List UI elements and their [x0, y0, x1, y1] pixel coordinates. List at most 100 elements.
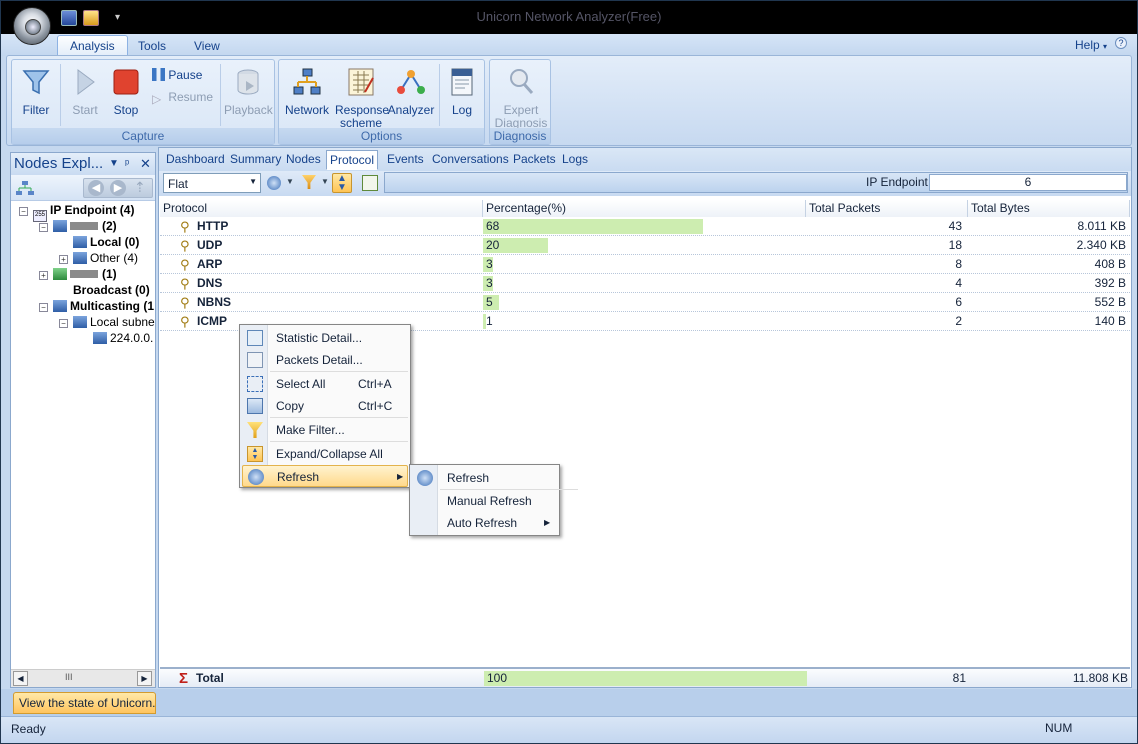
menu-item-refresh-now[interactable]: Refresh	[412, 467, 558, 489]
table-row[interactable]: ⚲ HTTP 68 43 8.011 KB	[160, 217, 1130, 236]
menu-item-copy[interactable]: Copy Ctrl+C	[242, 395, 408, 417]
tab-events[interactable]: Events	[387, 152, 424, 166]
filter-dropdown-icon[interactable]: ▼	[321, 177, 329, 186]
computer-icon	[53, 220, 67, 232]
collapse-toggle[interactable]: −	[59, 319, 68, 328]
save-icon[interactable]	[61, 10, 77, 26]
collapse-toggle[interactable]: −	[19, 207, 28, 216]
protocol-name: DNS	[197, 276, 223, 290]
expert-label: Expert	[503, 103, 539, 117]
menu-item-auto-refresh[interactable]: Auto Refresh ▶	[412, 512, 558, 534]
up-icon[interactable]: ⇡	[134, 179, 146, 196]
tree-multicasting[interactable]: Multicasting (1	[53, 299, 155, 313]
tree-other[interactable]: Other (4)	[73, 251, 138, 265]
tree-broadcast[interactable]: Broadcast (0)	[73, 283, 150, 297]
menu-item-select-all[interactable]: Select All Ctrl+A	[242, 373, 408, 395]
tab-tools[interactable]: Tools	[130, 37, 174, 55]
scroll-right-icon[interactable]: ▶	[137, 671, 152, 686]
help-icon[interactable]: ?	[1115, 37, 1127, 49]
table-row[interactable]: ⚲ NBNS 5 6 552 B	[160, 293, 1130, 312]
close-icon[interactable]: ✕	[140, 153, 151, 175]
collapse-toggle[interactable]: −	[39, 223, 48, 232]
stop-button[interactable]: Stop	[108, 66, 144, 117]
broadcast-label: Broadcast (0)	[73, 283, 150, 297]
chevron-down-icon: ▾	[1103, 42, 1108, 51]
computer-icon	[53, 300, 67, 312]
percentage-value: 20	[486, 238, 500, 252]
total-packets-value: 6	[955, 295, 962, 309]
tree-node-a[interactable]: (2)	[53, 219, 117, 233]
horizontal-scrollbar[interactable]: ◀ III ▶	[11, 669, 155, 687]
menu-item-refresh[interactable]: Refresh ▶	[242, 465, 408, 487]
menu-item-manual-refresh[interactable]: Manual Refresh	[412, 490, 558, 512]
table-row[interactable]: ⚲ UDP 20 18 2.340 KB	[160, 236, 1130, 255]
menu-item-make-filter[interactable]: Make Filter...	[242, 419, 408, 441]
resume-button[interactable]: ▷ Resume	[152, 90, 213, 106]
computer-icon	[93, 332, 107, 344]
application-orb-button[interactable]	[13, 7, 51, 45]
start-button[interactable]: Start	[66, 66, 104, 117]
collapse-toggle[interactable]: −	[39, 303, 48, 312]
tab-analysis[interactable]: Analysis	[57, 35, 128, 56]
tab-summary[interactable]: Summary	[230, 152, 281, 166]
network-tree-icon[interactable]	[16, 180, 34, 196]
refresh-dropdown-icon[interactable]: ▼	[286, 177, 294, 186]
view-mode-select[interactable]: Flat ▼	[163, 173, 261, 193]
column-header-percentage[interactable]: Percentage(%)	[483, 200, 806, 217]
submenu-refresh-label: Refresh	[447, 471, 490, 485]
menu-separator	[270, 417, 408, 418]
tab-conversations[interactable]: Conversations	[432, 152, 509, 166]
expert-diagnosis-button[interactable]: Expert Diagnosis	[493, 66, 549, 130]
menu-item-statistic-detail[interactable]: Statistic Detail...	[242, 327, 408, 349]
playback-button[interactable]: Playback	[224, 66, 273, 117]
pause-button[interactable]: Pause	[152, 68, 202, 82]
view-mode-value: Flat	[168, 177, 189, 191]
log-button[interactable]: Log	[443, 66, 481, 117]
table-row[interactable]: ⚲ DNS 3 4 392 B	[160, 274, 1130, 293]
grid-view-icon[interactable]	[362, 175, 378, 191]
expand-toggle[interactable]: +	[39, 271, 48, 280]
address-label: 224.0.0.	[110, 331, 154, 345]
column-header-total-bytes[interactable]: Total Bytes	[968, 200, 1130, 217]
total-percentage-bar	[484, 671, 807, 686]
expand-toggle[interactable]: +	[59, 255, 68, 264]
tree-local-subnet[interactable]: Local subnet	[73, 315, 155, 329]
tab-dashboard[interactable]: Dashboard	[166, 152, 225, 166]
panel-dropdown-icon[interactable]: ▼	[109, 153, 119, 175]
quick-access-dropdown-icon[interactable]: ▾	[115, 12, 120, 23]
tab-nodes[interactable]: Nodes	[286, 152, 321, 166]
chevron-down-icon: ▼	[249, 177, 257, 186]
analyzer-icon	[397, 70, 425, 94]
menu-item-packets-detail[interactable]: Packets Detail...	[242, 349, 408, 371]
refresh-icon[interactable]	[267, 176, 281, 190]
help-label: Help	[1075, 38, 1100, 52]
tree-multicast-address[interactable]: 224.0.0.	[93, 331, 155, 345]
ip-endpoint-label: IP Endpoint	[866, 175, 928, 189]
network-button[interactable]: Network	[283, 66, 331, 117]
tab-protocol[interactable]: Protocol	[326, 150, 379, 170]
forward-icon[interactable]: ▶	[110, 180, 126, 196]
menu-item-expand-collapse-all[interactable]: ▲ ▼ Expand/Collapse All	[242, 443, 408, 465]
table-row[interactable]: ⚲ ARP 3 8 408 B	[160, 255, 1130, 274]
open-folder-icon[interactable]	[83, 10, 99, 26]
scroll-left-icon[interactable]: ◀	[13, 671, 28, 686]
tree-node-b[interactable]: (1)	[53, 267, 117, 281]
help-menu[interactable]: Help ▾	[1075, 38, 1107, 52]
column-header-protocol[interactable]: Protocol	[160, 200, 483, 217]
filter-icon[interactable]	[302, 175, 316, 189]
tab-view[interactable]: View	[186, 37, 228, 55]
status-hint-tab[interactable]: View the state of Unicorn.	[13, 692, 156, 714]
sum-icon: Σ	[179, 670, 189, 687]
back-icon[interactable]: ◀	[88, 180, 104, 196]
analyzer-button[interactable]: Analyzer	[387, 66, 435, 117]
filter-button[interactable]: Filter	[16, 66, 56, 117]
pin-icon[interactable]: ᵖ	[125, 153, 129, 175]
response-scheme-button[interactable]: Response scheme	[335, 66, 389, 130]
tree-local[interactable]: Local (0)	[73, 235, 139, 249]
tab-logs[interactable]: Logs	[562, 152, 588, 166]
scroll-thumb-grip[interactable]: III	[65, 672, 73, 682]
expand-collapse-icon[interactable]: ▲ ▼	[332, 173, 352, 193]
tab-packets[interactable]: Packets	[513, 152, 556, 166]
total-bytes-value: 408 B	[1094, 257, 1126, 271]
column-header-total-packets[interactable]: Total Packets	[806, 200, 968, 217]
